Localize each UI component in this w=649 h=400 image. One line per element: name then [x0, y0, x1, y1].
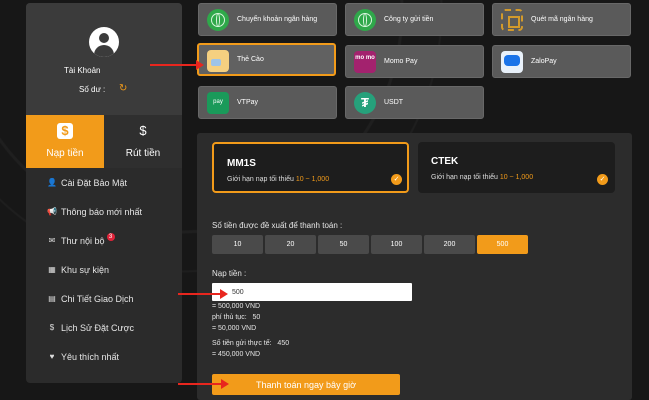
provider-limit: Giới hạn nạp tối thiểu 10 ~ 1,000	[227, 176, 330, 183]
payment-method-scratch-card[interactable]: Thẻ Cào	[197, 43, 336, 76]
payment-method-label: Công ty gửi tiền	[384, 15, 434, 23]
payment-method-label: Quét mã ngân hàng	[531, 15, 593, 23]
clipboard-icon: ▤	[48, 294, 56, 303]
amount-option[interactable]: 100	[371, 235, 422, 254]
fee-equivalent: = 50,000 VND	[212, 325, 257, 332]
user-avatar-icon	[89, 27, 119, 57]
sidebar-item-events[interactable]: ▦ Khu sự kiện	[26, 255, 182, 284]
calendar-icon: ▦	[48, 265, 56, 274]
tab-deposit[interactable]: $ Nạp tiền	[26, 115, 104, 168]
payment-method-label: Chuyển khoản ngân hàng	[237, 15, 318, 23]
payment-method-bank-qr[interactable]: Quét mã ngân hàng	[492, 3, 631, 36]
actual-equivalent: = 450,000 VND	[212, 351, 261, 358]
sidebar-item-security-settings[interactable]: 👤 Cài Đặt Bảo Mật	[26, 168, 182, 197]
payment-method-bank-transfer[interactable]: Chuyển khoản ngân hàng	[198, 3, 337, 36]
sidebar-item-label: Khu sự kiện	[61, 264, 110, 275]
sidebar-item-label: Cài Đặt Bảo Mật	[61, 177, 128, 188]
globe-icon	[207, 9, 229, 31]
check-icon: ✓	[597, 174, 608, 185]
payment-method-label: VTPay	[237, 98, 259, 106]
suggested-amounts-label: Số tiền được đề xuất để thanh toán :	[212, 221, 343, 230]
payment-method-label: Thẻ Cào	[237, 55, 264, 63]
amount-option[interactable]: 50	[318, 235, 369, 254]
sidebar-item-favorites[interactable]: ♥ Yêu thích nhất	[26, 342, 182, 371]
tab-withdraw[interactable]: $ Rút tiền	[104, 115, 182, 168]
payment-method-label: Momo Pay	[384, 57, 418, 65]
qr-code-icon	[501, 9, 523, 31]
balance-label: Số dư :	[79, 85, 106, 94]
wallet-tabs: $ Nạp tiền $ Rút tiền	[26, 115, 182, 168]
sidebar-item-notifications[interactable]: 📢 Thông báo mới nhất	[26, 197, 182, 226]
sidebar-item-label: Thư nội bộ	[61, 235, 105, 246]
sidebar-item-bet-history[interactable]: $ Lịch Sử Đặt Cược	[26, 313, 182, 342]
globe-icon	[354, 9, 376, 31]
mail-icon: ✉	[48, 236, 56, 245]
pay-now-button[interactable]: Thanh toán ngay bây giờ	[212, 374, 400, 395]
sidebar-item-label: Chi Tiết Giao Dịch	[61, 293, 134, 304]
user-settings-icon: 👤	[47, 178, 57, 187]
tab-withdraw-label: Rút tiền	[125, 148, 161, 159]
megaphone-icon: 📢	[47, 207, 57, 216]
account-label: Tài Khoản	[64, 66, 101, 75]
zalopay-logo-icon	[501, 51, 523, 73]
deposit-icon: $	[57, 123, 73, 139]
payment-method-label: USDT	[384, 98, 404, 106]
suggested-amounts: 10 20 50 100 200 500	[212, 235, 528, 254]
payment-method-vtpay[interactable]: pay VTPay	[198, 86, 337, 119]
scratch-card-icon	[207, 50, 229, 72]
deposit-amount-input[interactable]	[212, 283, 412, 301]
unread-badge: 3	[106, 232, 115, 241]
payment-method-momo[interactable]: mo mo Momo Pay	[345, 45, 484, 78]
amount-option-selected[interactable]: 500	[477, 235, 528, 254]
check-icon: ✓	[391, 174, 402, 185]
momo-logo-icon: mo mo	[354, 51, 376, 73]
dollar-coin-icon: $	[49, 323, 55, 332]
sidebar-item-inbox[interactable]: ✉ Thư nội bộ 3	[26, 226, 182, 255]
payment-method-usdt[interactable]: ₮ USDT	[345, 86, 484, 119]
heart-icon: ♥	[49, 352, 55, 361]
deposit-equivalent: = 500,000 VND	[212, 303, 261, 310]
refresh-icon[interactable]: ↻	[119, 84, 127, 94]
amount-option[interactable]: 20	[265, 235, 316, 254]
account-sidebar: Tài Khoản Số dư : ↻ $ Nạp tiền $ Rút tiề…	[26, 3, 182, 383]
annotation-arrow	[178, 289, 228, 299]
annotation-arrow	[150, 60, 204, 70]
provider-name: MM1S	[227, 158, 256, 169]
vtpay-logo-icon: pay	[207, 92, 229, 114]
provider-mm1s[interactable]: MM1S Giới hạn nạp tối thiểu 10 ~ 1,000 ✓	[212, 142, 409, 193]
provider-ctek[interactable]: CTEK Giới hạn nạp tối thiểu 10 ~ 1,000 ✓	[418, 142, 615, 193]
deposit-amount-label: Nạp tiền :	[212, 269, 247, 278]
payment-method-company-deposit[interactable]: Công ty gửi tiền	[345, 3, 484, 36]
tether-icon: ₮	[354, 92, 376, 114]
provider-limit: Giới hạn nạp tối thiểu 10 ~ 1,000	[431, 174, 534, 181]
payment-method-label: ZaloPay	[531, 57, 557, 65]
deposit-panel: MM1S Giới hạn nạp tối thiểu 10 ~ 1,000 ✓…	[197, 133, 632, 400]
sidebar-item-label: Lịch Sử Đặt Cược	[61, 322, 134, 333]
sidebar-item-label: Yêu thích nhất	[61, 351, 120, 362]
provider-name: CTEK	[431, 156, 459, 167]
profile-panel: Tài Khoản Số dư : ↻	[26, 3, 182, 115]
annotation-arrow	[178, 379, 229, 389]
sidebar-item-transactions[interactable]: ▤ Chi Tiết Giao Dịch	[26, 284, 182, 313]
amount-option[interactable]: 200	[424, 235, 475, 254]
fee-row: phí thủ tục: 50	[212, 314, 261, 321]
amount-option[interactable]: 10	[212, 235, 263, 254]
withdraw-icon: $	[139, 123, 147, 138]
payment-method-zalopay[interactable]: ZaloPay	[492, 45, 631, 78]
tab-deposit-label: Nạp tiền	[46, 148, 84, 159]
actual-amount-row: Số tiền gửi thực tế: 450	[212, 340, 290, 347]
sidebar-menu: 👤 Cài Đặt Bảo Mật 📢 Thông báo mới nhất ✉…	[26, 168, 182, 371]
sidebar-item-label: Thông báo mới nhất	[61, 206, 142, 217]
